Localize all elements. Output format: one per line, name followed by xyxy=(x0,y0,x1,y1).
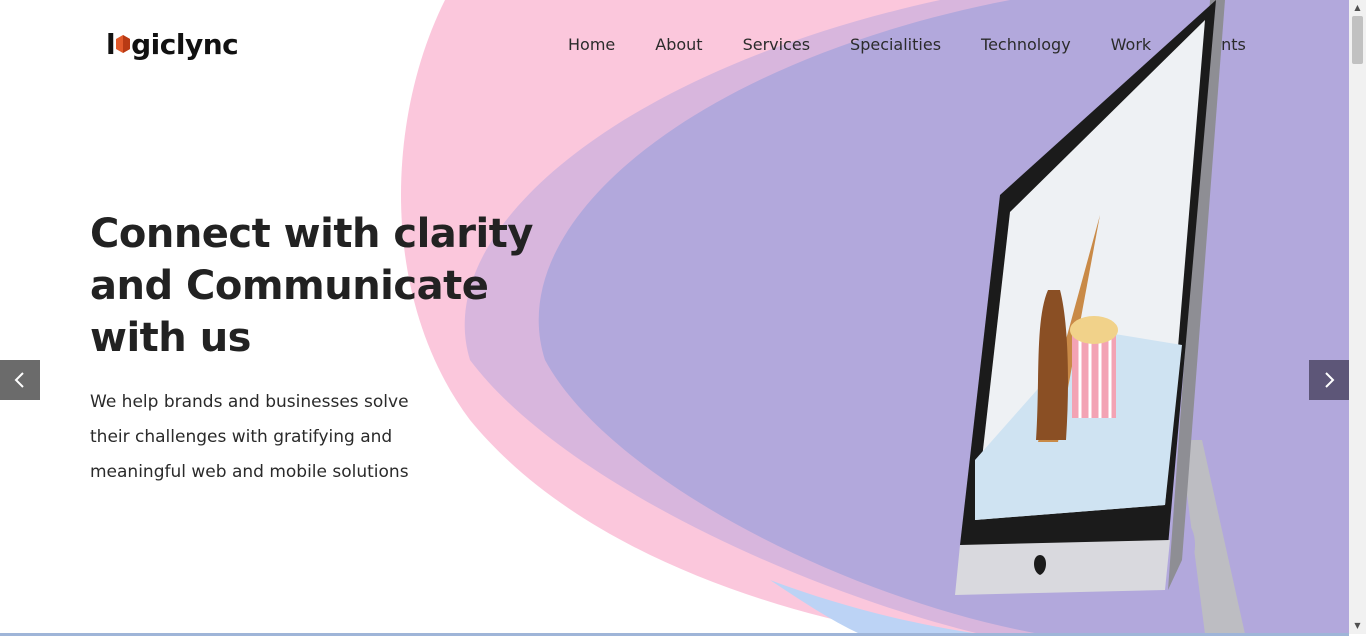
popcorn-top xyxy=(1070,316,1118,344)
hero-subtitle: We help brands and businesses solve thei… xyxy=(90,392,409,482)
logiclync-logo[interactable]: l giclync xyxy=(106,28,239,61)
chevron-left-icon xyxy=(14,372,24,388)
hero-title: Connect with clarity and Communicate wit… xyxy=(90,211,533,361)
imac-illustration xyxy=(955,0,1245,634)
scrollbar-thumb[interactable] xyxy=(1352,16,1363,64)
nav-item-specialities[interactable]: Specialities xyxy=(850,34,941,56)
scroll-down-arrow-icon[interactable]: ▼ xyxy=(1349,618,1366,632)
nav-item-about[interactable]: About xyxy=(655,34,702,56)
logo-prefix: l xyxy=(106,28,116,61)
imac-chin xyxy=(955,540,1170,595)
chevron-right-icon xyxy=(1325,372,1335,388)
logo-mark-icon xyxy=(116,35,131,53)
nav-item-services[interactable]: Services xyxy=(743,34,810,56)
carousel-prev-button[interactable] xyxy=(0,360,40,400)
logo-suffix: giclync xyxy=(131,28,239,61)
nav-item-home[interactable]: Home xyxy=(568,34,615,56)
vertical-scrollbar[interactable]: ▲ ▼ xyxy=(1349,0,1366,634)
landing-page: l giclync Home About Services Specialiti… xyxy=(0,0,1349,634)
carousel-next-button[interactable] xyxy=(1309,360,1349,400)
scroll-up-arrow-icon[interactable]: ▲ xyxy=(1349,0,1366,14)
